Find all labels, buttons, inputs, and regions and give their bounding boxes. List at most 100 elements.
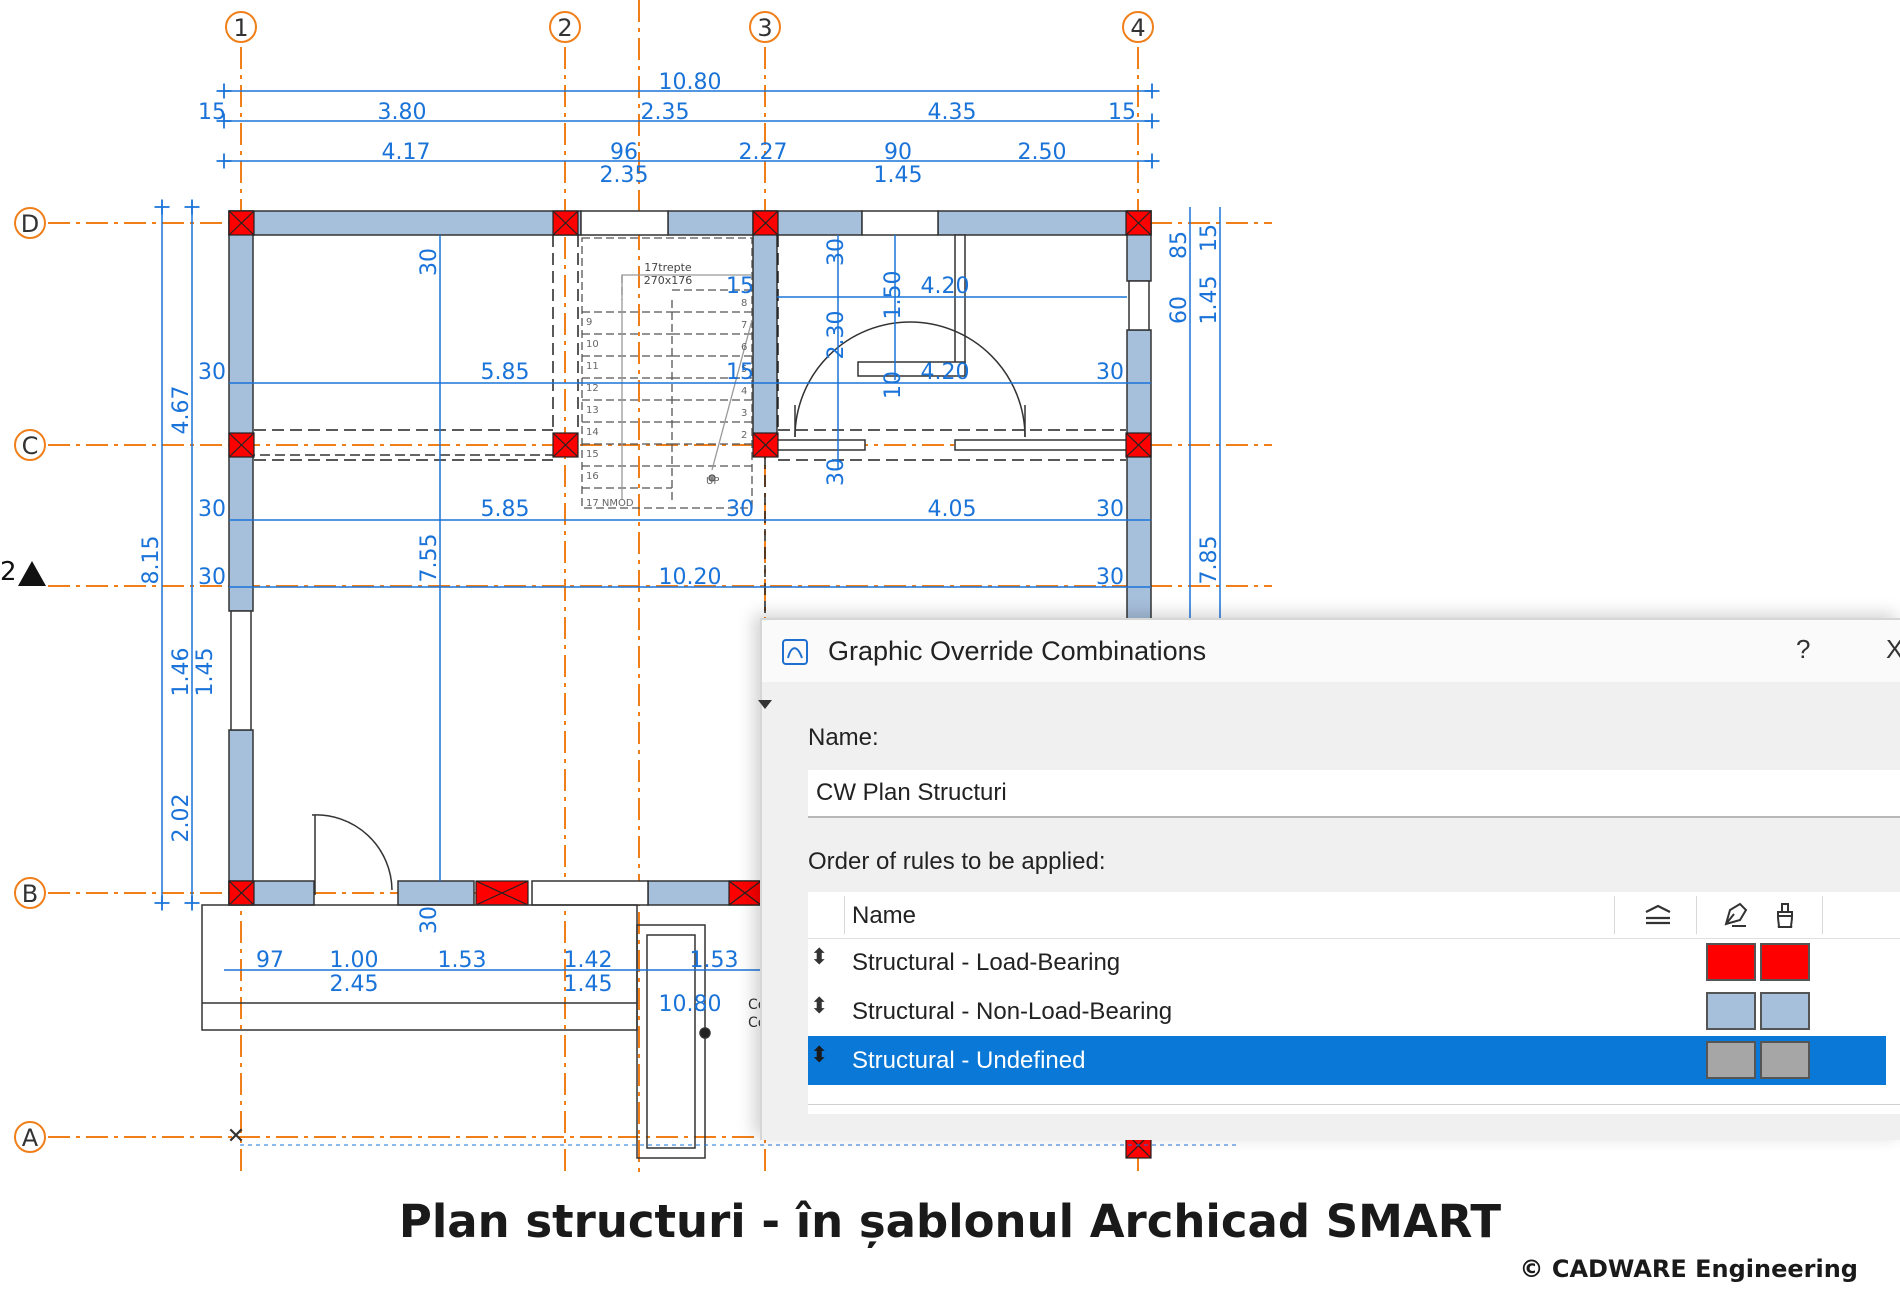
dialog-titlebar[interactable]: Graphic Override Combinations ? X (762, 620, 1900, 682)
dim-inside: 30 (417, 906, 442, 934)
dim-bottom: 97 (256, 948, 284, 973)
section-marker: 2 (0, 557, 46, 587)
dim-inside: 30 (198, 497, 226, 522)
dim-top-inner: 96 (610, 140, 638, 165)
help-button[interactable]: ? (1796, 634, 1810, 665)
dim-top: 4.35 (928, 100, 977, 125)
graphic-override-dialog: Graphic Override Combinations ? X Name: … (758, 618, 1900, 1140)
image-caption: Plan structuri - în șablonul Archicad SM… (398, 1195, 1502, 1248)
stair-up-label: UP (706, 476, 719, 487)
grid-label-2: 2 (557, 14, 572, 42)
fill-brush-icon[interactable] (1770, 900, 1802, 930)
dim-top-inner: 2.50 (1018, 140, 1067, 165)
stair-down-label: 17 NMOD (586, 498, 634, 509)
stair-number: 13 (586, 405, 599, 416)
dim-top-inner: 4.17 (382, 140, 431, 165)
grid-label-d: D (21, 210, 39, 238)
dim-inside: 4.05 (928, 497, 977, 522)
dim-inside: 30 (1096, 565, 1124, 590)
stair-number: 8 (741, 298, 747, 309)
dim-inside: 15 (726, 360, 754, 385)
section-marker-label: 2 (0, 557, 17, 587)
layers-icon[interactable] (1642, 900, 1674, 930)
stair-label-2: 270x176 (644, 274, 693, 287)
dim-inside: 10.20 (659, 565, 722, 590)
dim-left: 2.02 (169, 794, 194, 843)
dim-left: 8.15 (139, 536, 164, 585)
collapse-arrow-icon[interactable] (758, 700, 772, 709)
pen-color-swatch[interactable] (1706, 943, 1756, 981)
dim-inside: 30 (198, 360, 226, 385)
grid-label-1: 1 (233, 14, 248, 42)
dim-right: 85 (1167, 231, 1192, 259)
fill-color-swatch[interactable] (1760, 1041, 1810, 1079)
dim-inside: 4.20 (921, 274, 970, 299)
dim-top-inner: 1.45 (874, 163, 923, 188)
rules-label: Order of rules to be applied: (808, 848, 1106, 875)
rules-table-header: Name (808, 892, 1900, 939)
dim-left: 1.45 (193, 648, 218, 697)
dim-inside: 4.20 (921, 360, 970, 385)
dim-bottom: 1.53 (438, 948, 487, 973)
copyright-notice: © CADWARE Engineering (1519, 1255, 1858, 1283)
close-button[interactable]: X (1886, 634, 1900, 665)
grid-label-a: A (22, 1124, 39, 1152)
dim-bottom: 1.00 (330, 948, 379, 973)
grid-label-4: 4 (1130, 14, 1145, 42)
dialog-title: Graphic Override Combinations (828, 636, 1207, 666)
stair-number: 3 (741, 408, 747, 419)
dim-inside: 7.55 (417, 534, 442, 583)
rule-row-load-bearing[interactable]: ⬍ Structural - Load-Bearing (808, 938, 1900, 987)
name-label: Name: (808, 724, 879, 751)
dim-inside: 30 (1096, 497, 1124, 522)
dim-inside: 10 (881, 371, 906, 399)
table-divider (808, 1104, 1900, 1105)
dim-right: 15 (1197, 224, 1222, 252)
stair-number: 7 (741, 320, 747, 331)
dim-top-inner: 2.35 (600, 163, 649, 188)
dim-inside: 30 (198, 565, 226, 590)
dim-inside: 5.85 (481, 360, 530, 385)
dim-top: 15 (1108, 100, 1136, 125)
dim-bottom: 2.45 (330, 972, 379, 997)
dim-right: 7.85 (1197, 536, 1222, 585)
dim-top-inner: 90 (884, 140, 912, 165)
dim-top: 2.35 (641, 100, 690, 125)
dim-top: 3.80 (378, 100, 427, 125)
drag-handle-icon[interactable]: ⬍ (810, 1044, 828, 1066)
fill-color-swatch[interactable] (1760, 992, 1810, 1030)
dim-top: 15 (198, 100, 226, 125)
stair-number: 2 (741, 430, 747, 441)
combination-name-input[interactable] (808, 770, 1900, 818)
dim-inside: 30 (417, 248, 442, 276)
drag-handle-icon[interactable]: ⬍ (810, 946, 828, 968)
grid-label-c: C (22, 432, 39, 460)
fill-color-swatch[interactable] (1760, 943, 1810, 981)
stair-number: 9 (586, 317, 592, 328)
rule-name: Structural - Undefined (852, 1047, 1086, 1074)
rule-row-undefined[interactable]: ⬍ Structural - Undefined (808, 1036, 1886, 1085)
dim-bottom: 1.42 (564, 948, 613, 973)
stair-number: 6 (741, 342, 747, 353)
stair-number: 10 (586, 339, 599, 350)
section-marker-triangle-icon (18, 561, 46, 586)
app-icon (782, 639, 808, 665)
stair-label-1: 17trepte (644, 261, 692, 274)
pen-color-swatch[interactable] (1706, 992, 1756, 1030)
rule-name: Structural - Load-Bearing (852, 949, 1121, 976)
grid-label-3: 3 (757, 14, 772, 42)
pen-override-icon[interactable] (1720, 900, 1752, 930)
dim-inside: 1.50 (881, 271, 906, 320)
dim-right: 60 (1167, 296, 1192, 324)
dim-right: 1.45 (1197, 276, 1222, 325)
dim-top-inner: 2.27 (739, 140, 788, 165)
dim-top-total: 10.80 (659, 70, 722, 95)
stair-number: 4 (741, 386, 747, 397)
dim-bottom: 1.53 (690, 948, 739, 973)
dim-inside: 30 (824, 238, 849, 266)
rule-row-non-load-bearing[interactable]: ⬍ Structural - Non-Load-Bearing (808, 987, 1900, 1036)
pen-color-swatch[interactable] (1706, 1041, 1756, 1079)
drag-handle-icon[interactable]: ⬍ (810, 995, 828, 1017)
column-header-name[interactable]: Name (852, 902, 916, 930)
stair-number: 14 (586, 427, 599, 438)
